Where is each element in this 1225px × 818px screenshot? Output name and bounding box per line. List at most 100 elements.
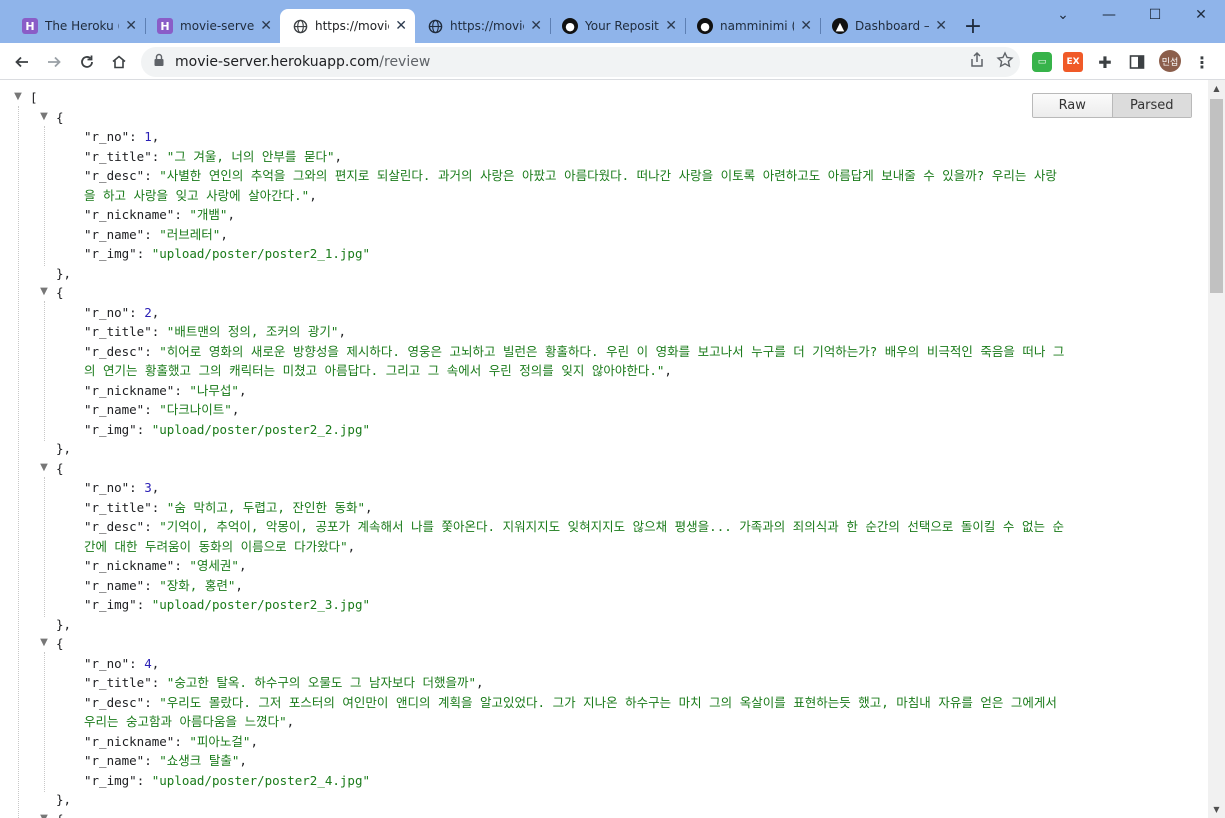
- json-string-value: "upload/poster/poster2_4.jpg": [151, 772, 370, 788]
- json-field-r_name: "r_name": "쇼생크 탈출",: [84, 751, 247, 770]
- json-key: "r_name": [84, 226, 145, 242]
- new-tab-button[interactable]: +: [955, 9, 991, 43]
- json-string-value: "쇼생크 탈출": [159, 753, 240, 768]
- tab-title: The Heroku (: [45, 19, 120, 33]
- bookmark-star-icon[interactable]: [996, 51, 1014, 73]
- scroll-up-arrow-icon[interactable]: ▲: [1208, 80, 1225, 97]
- collapse-toggle-icon[interactable]: ▼: [38, 813, 50, 818]
- url-path: /review: [379, 54, 431, 70]
- indent-guide: [44, 476, 45, 617]
- json-token: {: [56, 109, 64, 125]
- json-key: "r_nickname": [84, 382, 175, 398]
- extensions-puzzle-icon[interactable]: ✚: [1095, 52, 1115, 72]
- json-field-r_no: "r_no": 2,: [84, 303, 159, 322]
- home-button[interactable]: [105, 48, 133, 76]
- forward-button[interactable]: [40, 48, 68, 76]
- tab-heroku-2[interactable]: H movie-server ✕: [145, 9, 280, 43]
- raw-button[interactable]: Raw: [1033, 94, 1112, 117]
- json-token: },: [56, 616, 72, 632]
- json-key: "r_nickname": [84, 558, 175, 573]
- extension-ex-icon[interactable]: EX: [1063, 52, 1083, 72]
- json-field-r_nickname: "r_nickname": "개뱀",: [84, 205, 235, 224]
- json-field-r_desc: "r_desc": "사별한 연인의 추억을 그와의 편지로 되살린다. 과거의…: [84, 166, 1057, 185]
- extension-green-icon[interactable]: ▭: [1032, 52, 1052, 72]
- maximize-button[interactable]: ☐: [1132, 0, 1178, 30]
- tab-title: movie-server: [180, 19, 255, 33]
- json-string-value: "그 겨울, 너의 안부를 묻다": [166, 148, 335, 164]
- collapse-toggle-icon[interactable]: ▼: [38, 286, 50, 297]
- close-icon[interactable]: ✕: [665, 18, 677, 34]
- close-icon[interactable]: ✕: [935, 18, 947, 34]
- tab-search-icon[interactable]: ⌄: [1040, 0, 1086, 30]
- json-key: "r_title": [84, 675, 152, 690]
- json-field-r_nickname: "r_nickname": "피아노걸",: [84, 732, 258, 751]
- lock-icon[interactable]: [153, 53, 165, 71]
- json-number-value: 2: [144, 304, 152, 320]
- json-token: ,: [235, 577, 243, 593]
- browser-toolbar: movie-server.herokuapp.com/review ▭ EX ✚…: [0, 43, 1225, 80]
- address-bar[interactable]: movie-server.herokuapp.com/review: [141, 47, 1020, 77]
- json-token: :: [144, 694, 160, 710]
- json-token: :: [174, 382, 190, 398]
- profile-avatar[interactable]: 민섭: [1159, 50, 1181, 72]
- close-window-button[interactable]: ✕: [1178, 0, 1224, 30]
- parsed-button[interactable]: Parsed: [1111, 94, 1191, 117]
- back-button[interactable]: [8, 48, 36, 76]
- json-token: ,: [238, 558, 247, 573]
- json-string-value: 을 하고 사랑을 잊고 사랑에 살아간다.": [84, 187, 310, 203]
- json-token: ,: [338, 324, 346, 339]
- json-string-value: 우리는 숭고함과 아름다움을 느꼈다": [84, 714, 287, 729]
- json-key: "r_title": [84, 324, 152, 339]
- json-field-r_title: "r_title": "배트맨의 정의, 조커의 광기",: [84, 322, 346, 341]
- json-field-r_desc-continued: 간에 대한 두려움이 동화의 이름으로 다가왔다",: [84, 537, 355, 556]
- json-number-value: 3: [144, 480, 152, 495]
- tab-github-repos[interactable]: ● Your Reposit ✕: [550, 9, 685, 43]
- tab-vercel-dashboard[interactable]: ▲ Dashboard – ✕: [820, 9, 955, 43]
- json-key: "r_desc": [84, 519, 145, 534]
- json-key: "r_img": [84, 246, 137, 261]
- globe-icon: [427, 18, 443, 34]
- tab-movie-2[interactable]: https://movie ✕: [415, 9, 550, 43]
- collapse-toggle-icon[interactable]: ▼: [38, 462, 50, 473]
- scrollbar-thumb[interactable]: [1210, 99, 1223, 293]
- json-string-value: "다크나이트": [159, 402, 232, 417]
- indent-guide: [18, 106, 19, 818]
- json-token: :: [144, 168, 160, 183]
- tab-title: Your Reposit: [585, 19, 659, 33]
- json-token: ,: [347, 538, 356, 554]
- json-string-value: "나무섭": [189, 382, 239, 398]
- json-key: "r_no": [84, 655, 130, 671]
- close-icon[interactable]: ✕: [800, 18, 812, 34]
- json-token: {: [56, 636, 64, 651]
- tab-review-active[interactable]: https://movie ✕: [280, 9, 415, 43]
- vertical-scrollbar[interactable]: ▲ ▼: [1208, 80, 1225, 818]
- reload-button[interactable]: [73, 48, 101, 76]
- collapse-toggle-icon[interactable]: ▼: [38, 111, 50, 122]
- json-token: ,: [476, 675, 484, 690]
- collapse-toggle-icon[interactable]: ▼: [38, 637, 50, 648]
- json-object-open: {: [56, 108, 64, 127]
- side-panel-icon[interactable]: [1127, 52, 1147, 72]
- close-icon[interactable]: ✕: [530, 18, 542, 34]
- tab-heroku-1[interactable]: H The Heroku ( ✕: [10, 9, 145, 43]
- json-string-value: "배트맨의 정의, 조커의 광기": [166, 324, 339, 339]
- json-number-value: 4: [144, 655, 152, 671]
- close-icon[interactable]: ✕: [125, 18, 137, 34]
- json-string-value: 간에 대한 두려움이 동화의 이름으로 다가왔다": [84, 538, 348, 554]
- json-field-r_no: "r_no": 4,: [84, 654, 159, 673]
- collapse-toggle-icon[interactable]: ▼: [12, 91, 24, 102]
- menu-kebab-icon[interactable]: ⋮: [1192, 52, 1212, 72]
- json-object-close: },: [56, 615, 71, 634]
- close-icon[interactable]: ✕: [395, 18, 407, 34]
- json-key: "r_no": [84, 304, 130, 320]
- json-token: :: [129, 480, 145, 495]
- close-icon[interactable]: ✕: [260, 18, 272, 34]
- json-key: "r_nickname": [84, 733, 175, 749]
- json-token: [: [30, 90, 38, 105]
- tab-github-user[interactable]: ● namminimi ( ✕: [685, 9, 820, 43]
- indent-guide: [44, 301, 45, 441]
- json-token: ,: [220, 226, 228, 242]
- share-icon[interactable]: [968, 51, 986, 73]
- minimize-button[interactable]: —: [1086, 0, 1132, 30]
- scroll-down-arrow-icon[interactable]: ▼: [1208, 801, 1225, 818]
